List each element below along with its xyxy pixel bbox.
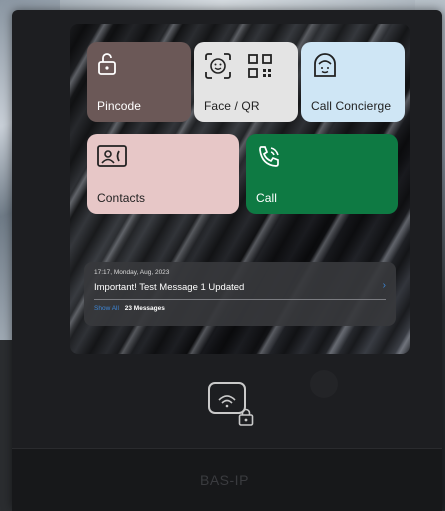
face-scan-icon bbox=[204, 52, 232, 85]
camera-lens bbox=[310, 370, 338, 398]
call-label: Call bbox=[256, 191, 278, 205]
chevron-right-icon[interactable]: › bbox=[383, 280, 386, 291]
contacts-card-icon bbox=[97, 144, 127, 173]
nfc-lock-icon bbox=[238, 408, 254, 431]
call-concierge-label: Call Concierge bbox=[311, 99, 392, 113]
pincode-label: Pincode bbox=[97, 99, 142, 113]
qr-code-icon bbox=[248, 54, 272, 83]
call-tile[interactable]: Call bbox=[246, 134, 398, 214]
show-all-link[interactable]: Show All bbox=[94, 305, 119, 312]
message-footer: Show All 23 Messages bbox=[94, 305, 386, 312]
contacts-tile[interactable]: Contacts bbox=[87, 134, 239, 214]
pincode-tile[interactable]: Pincode bbox=[87, 42, 191, 122]
message-card[interactable]: 17:17, Monday, Aug, 2023 Important! Test… bbox=[84, 262, 396, 326]
touch-screen: Pincode Face / QR Call Concierge Contact… bbox=[70, 24, 410, 354]
message-divider bbox=[94, 299, 386, 300]
brand-logo: BAS-IP bbox=[200, 472, 249, 488]
lock-icon bbox=[97, 52, 117, 81]
call-concierge-tile[interactable]: Call Concierge bbox=[301, 42, 405, 122]
message-count: 23 Messages bbox=[124, 305, 165, 312]
intercom-panel: Pincode Face / QR Call Concierge Contact… bbox=[12, 10, 442, 511]
face-qr-label: Face / QR bbox=[204, 99, 260, 113]
phone-call-icon bbox=[256, 144, 282, 175]
message-title: Important! Test Message 1 Updated bbox=[94, 282, 245, 293]
face-qr-tile[interactable]: Face / QR bbox=[194, 42, 298, 122]
message-timestamp: 17:17, Monday, Aug, 2023 bbox=[94, 269, 170, 276]
concierge-icon bbox=[311, 52, 339, 85]
contacts-label: Contacts bbox=[97, 191, 146, 205]
